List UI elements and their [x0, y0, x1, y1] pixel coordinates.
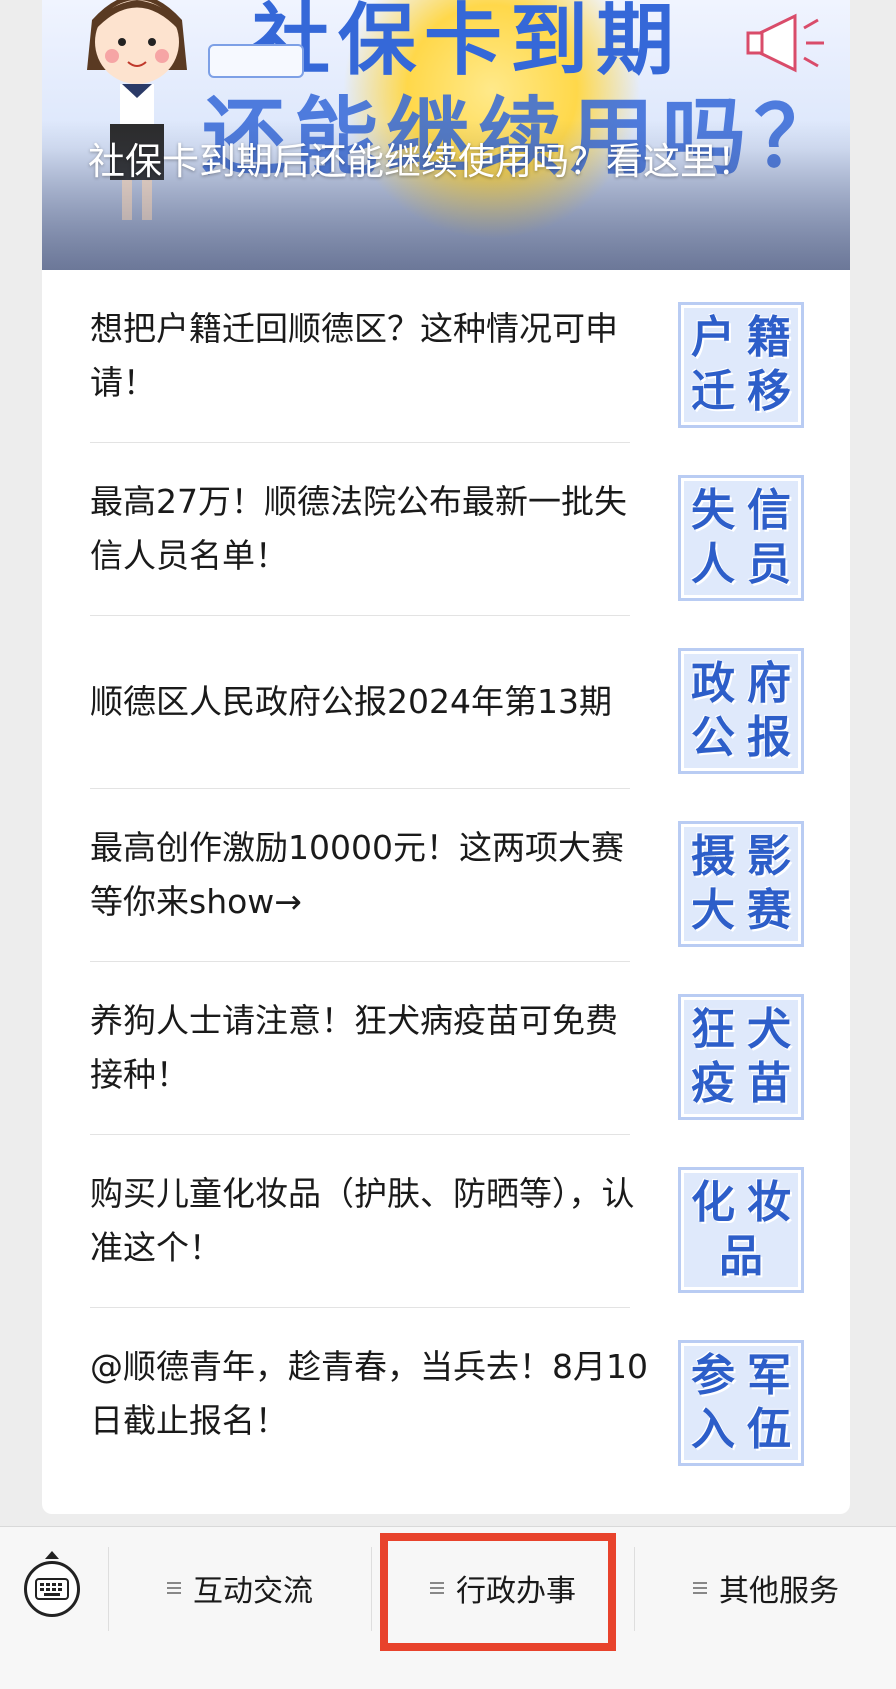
menu-label: 互动交流: [193, 1574, 313, 1609]
thumb-char: 苗: [747, 1058, 791, 1109]
caret-up-icon: [45, 1551, 59, 1559]
thumb-char: 员: [747, 539, 791, 590]
thumb-char: 人: [691, 539, 735, 590]
thumb-char: 疫: [691, 1058, 735, 1109]
menu-list-icon: [693, 1582, 707, 1594]
article-thumbnail: 户 籍 迁 移: [678, 302, 804, 428]
list-item[interactable]: 养狗人士请注意！狂犬病疫苗可免费接种！ 狂 犬 疫 苗: [42, 962, 850, 1135]
list-item[interactable]: 最高27万！顺德法院公布最新一批失信人员名单！ 失 信 人 员: [42, 443, 850, 616]
menu-list-icon: [167, 1582, 181, 1594]
hero-title: 社保卡到期后还能继续使用吗？看这里！: [88, 140, 754, 183]
thumb-char: 户: [691, 312, 735, 363]
list-item[interactable]: 想把户籍迁回顺德区？这种情况可申请！ 户 籍 迁 移: [42, 270, 850, 443]
thumb-char: 狂: [691, 1004, 735, 1055]
thumb-char: 移: [747, 366, 791, 417]
article-title: 最高27万！顺德法院公布最新一批失信人员名单！: [90, 482, 627, 575]
thumb-char: 伍: [747, 1404, 791, 1455]
article-title: 顺德区人民政府公报2024年第13期: [90, 682, 612, 721]
highlight-box: [380, 1533, 616, 1651]
thumb-char: 大: [691, 885, 735, 936]
thumb-char: 籍: [747, 312, 791, 363]
article-thumbnail: 摄 影 大 赛: [678, 821, 804, 947]
thumb-char: 参: [691, 1350, 735, 1401]
thumb-char: 入: [691, 1404, 735, 1455]
thumb-char: 失: [691, 485, 735, 536]
thumb-char: 信: [747, 485, 791, 536]
megaphone-icon: [746, 13, 824, 73]
article-thumbnail: 狂 犬 疫 苗: [678, 994, 804, 1120]
thumb-char: 迁: [691, 366, 735, 417]
hero-article[interactable]: 社保卡到期 还能继续用吗？ 社保卡到期后还能继续使用吗？看这里！: [42, 0, 850, 270]
article-thumbnail: 参 军 入 伍: [678, 1340, 804, 1466]
article-title: 想把户籍迁回顺德区？这种情况可申请！: [90, 309, 618, 402]
list-item[interactable]: 购买儿童化妆品（护肤、防晒等），认准这个！ 化 妆 品: [42, 1135, 850, 1308]
thumb-char: 府: [747, 658, 791, 709]
menu-other-services[interactable]: 其他服务: [636, 1557, 896, 1619]
article-list: 想把户籍迁回顺德区？这种情况可申请！ 户 籍 迁 移 最高27万！顺德法院公布最…: [42, 270, 850, 1481]
menu-separator: [108, 1547, 109, 1631]
thumb-char: 报: [747, 712, 791, 763]
thumb-char: 化: [691, 1177, 735, 1228]
id-card-icon: [208, 44, 304, 78]
article-title: 购买儿童化妆品（护肤、防晒等），认准这个！: [90, 1174, 635, 1267]
thumb-char: 政: [691, 658, 735, 709]
article-card: 社保卡到期 还能继续用吗？ 社保卡到期后还能继续使用吗？看这里！: [42, 0, 850, 1514]
list-item[interactable]: 顺德区人民政府公报2024年第13期 政 府 公 报: [42, 616, 850, 789]
article-title: @顺德青年，趁青春，当兵去！8月10日截止报名！: [90, 1347, 648, 1440]
thumb-char: 品: [719, 1231, 763, 1282]
thumb-char: 军: [747, 1350, 791, 1401]
list-item[interactable]: @顺德青年，趁青春，当兵去！8月10日截止报名！ 参 军 入 伍: [42, 1308, 850, 1481]
thumb-char: 公: [691, 712, 735, 763]
menu-label: 其他服务: [719, 1574, 839, 1609]
bottom-menu-bar: 互动交流 行政办事 其他服务: [0, 1526, 896, 1689]
thumb-char: 赛: [747, 885, 791, 936]
thumb-char: 摄: [691, 831, 735, 882]
article-thumbnail: 失 信 人 员: [678, 475, 804, 601]
thumb-char: 影: [747, 831, 791, 882]
list-item[interactable]: 最高创作激励10000元！这两项大赛等你来show→ 摄 影 大 赛: [42, 789, 850, 962]
article-title: 最高创作激励10000元！这两项大赛等你来show→: [90, 828, 624, 921]
article-thumbnail: 化 妆 品: [678, 1167, 804, 1293]
menu-separator: [371, 1547, 372, 1631]
article-title: 养狗人士请注意！狂犬病疫苗可免费接种！: [90, 1001, 618, 1094]
thumb-char: 犬: [747, 1004, 791, 1055]
menu-interaction[interactable]: 互动交流: [110, 1557, 370, 1619]
thumb-char: 妆: [747, 1177, 791, 1228]
menu-separator: [634, 1547, 635, 1631]
keyboard-icon: [35, 1578, 69, 1600]
keyboard-toggle-button[interactable]: [24, 1561, 80, 1617]
article-thumbnail: 政 府 公 报: [678, 648, 804, 774]
